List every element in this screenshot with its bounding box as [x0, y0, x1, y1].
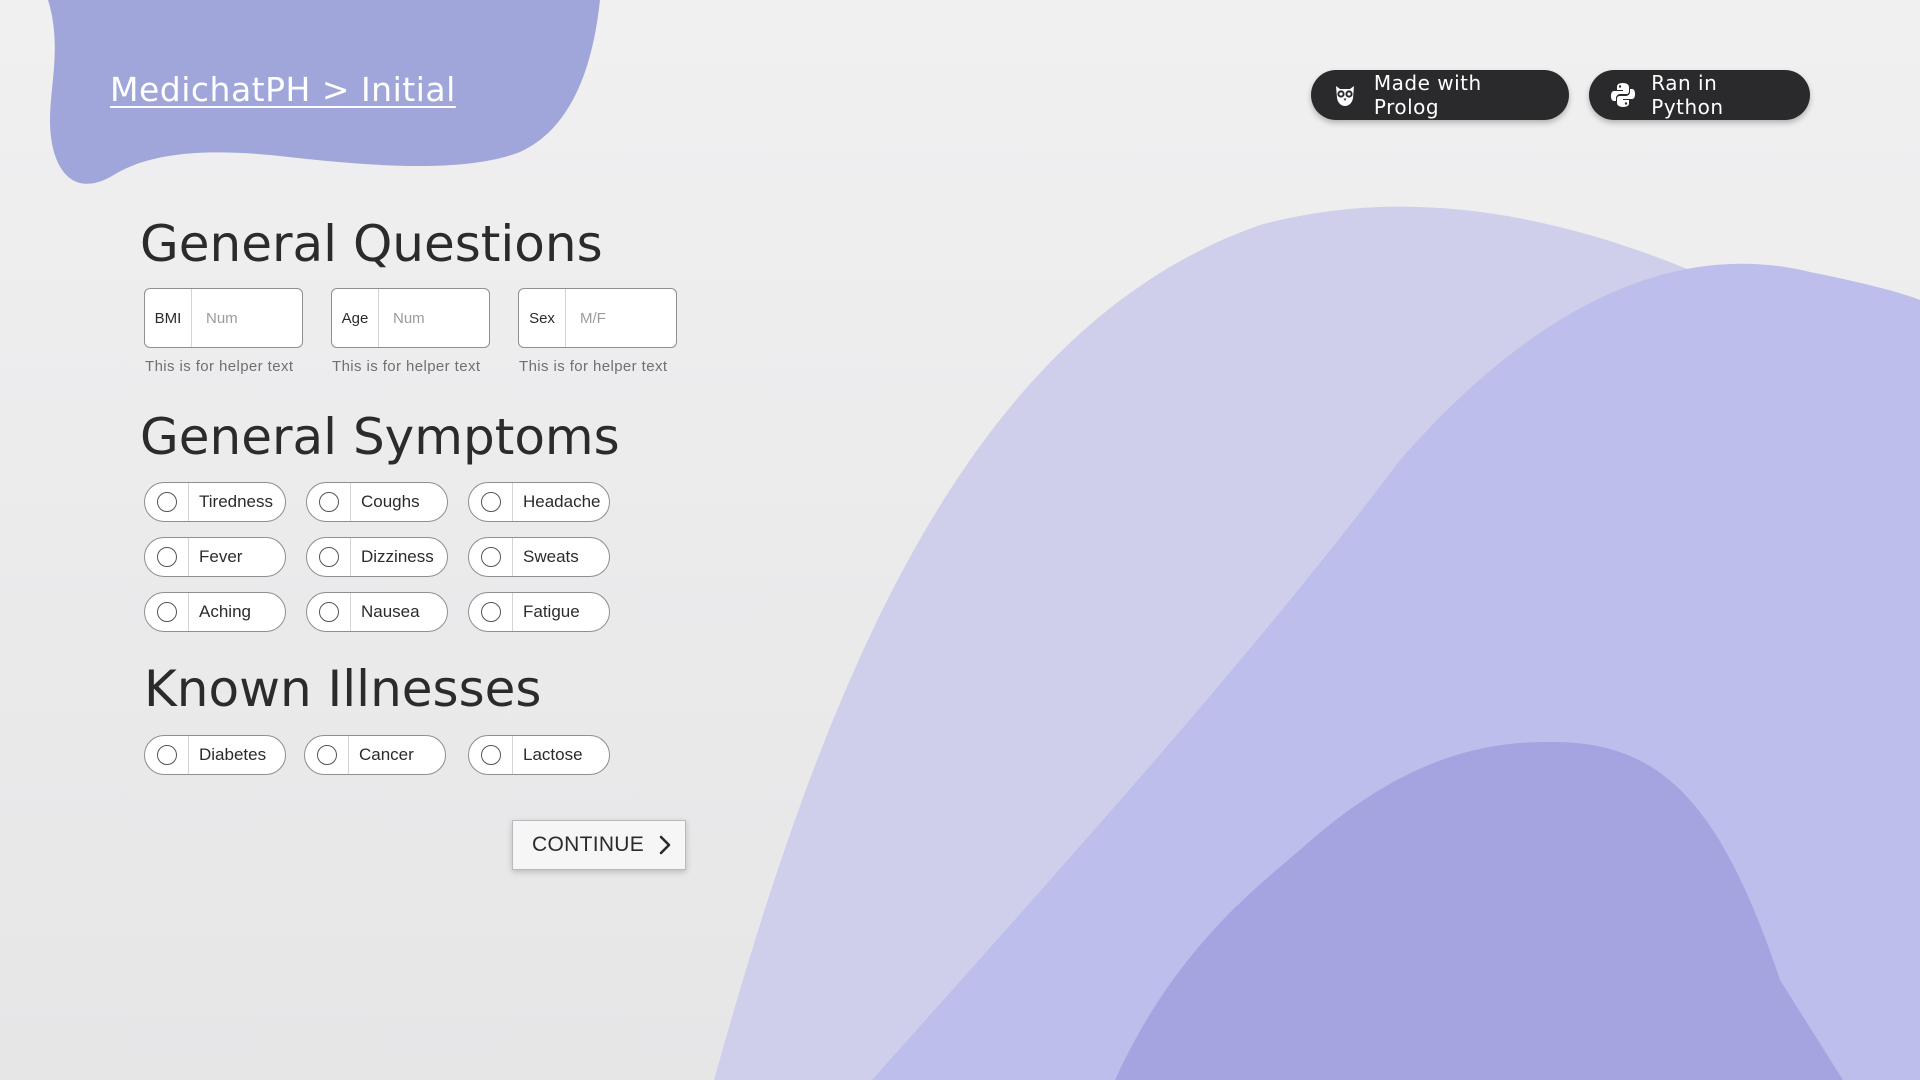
radio-button[interactable]: [157, 745, 177, 765]
option-label: Fatigue: [523, 602, 580, 621]
made-with-prolog-badge[interactable]: Made with Prolog: [1311, 70, 1569, 120]
symptom-coughs[interactable]: Coughs: [306, 482, 448, 522]
option-label: Lactose: [523, 745, 583, 764]
option-label: Aching: [199, 602, 251, 621]
age-field-label: Age: [332, 289, 379, 347]
bmi-input[interactable]: [192, 289, 302, 347]
divider: [348, 736, 349, 774]
symptom-headache[interactable]: Headache: [468, 482, 610, 522]
age-helper-text: This is for helper text: [332, 358, 481, 375]
sex-input[interactable]: [566, 289, 676, 347]
radio-button[interactable]: [481, 547, 501, 567]
owl-icon: [1331, 80, 1360, 110]
python-icon: [1609, 80, 1637, 110]
breadcrumb[interactable]: MedichatPH > Initial: [110, 70, 456, 109]
option-label: Nausea: [361, 602, 420, 621]
general-questions-heading: General Questions: [140, 215, 603, 273]
radio-button[interactable]: [319, 547, 339, 567]
general-symptoms-heading: General Symptoms: [140, 408, 620, 466]
radio-button[interactable]: [317, 745, 337, 765]
radio-button[interactable]: [157, 492, 177, 512]
divider: [512, 538, 513, 576]
badge-label: Ran in Python: [1651, 71, 1724, 119]
radio-button[interactable]: [157, 547, 177, 567]
radio-button[interactable]: [319, 602, 339, 622]
bmi-field[interactable]: BMI: [144, 288, 303, 348]
divider: [188, 736, 189, 774]
known-illnesses-heading: Known Illnesses: [144, 660, 542, 718]
option-label: Fever: [199, 547, 243, 566]
divider: [350, 483, 351, 521]
illness-diabetes[interactable]: Diabetes: [144, 735, 286, 775]
bmi-field-label: BMI: [145, 289, 192, 347]
continue-button[interactable]: CONTINUE: [512, 820, 686, 870]
chevron-right-icon: [658, 835, 672, 855]
divider: [512, 736, 513, 774]
divider: [188, 538, 189, 576]
badge-label: Made with Prolog: [1373, 71, 1482, 119]
divider: [188, 483, 189, 521]
symptom-nausea[interactable]: Nausea: [306, 592, 448, 632]
illness-cancer[interactable]: Cancer: [304, 735, 446, 775]
option-label: Sweats: [523, 547, 579, 566]
symptom-sweats[interactable]: Sweats: [468, 537, 610, 577]
sex-helper-text: This is for helper text: [519, 358, 668, 375]
option-label: Tiredness: [199, 492, 274, 511]
divider: [512, 593, 513, 631]
continue-label: CONTINUE: [532, 833, 645, 856]
symptom-dizziness[interactable]: Dizziness: [306, 537, 448, 577]
symptom-fever[interactable]: Fever: [144, 537, 286, 577]
radio-button[interactable]: [481, 602, 501, 622]
illness-lactose[interactable]: Lactose: [468, 735, 610, 775]
divider: [188, 593, 189, 631]
divider: [350, 538, 351, 576]
divider: [512, 483, 513, 521]
ran-in-python-badge[interactable]: Ran in Python: [1589, 70, 1810, 120]
option-label: Coughs: [361, 492, 420, 511]
radio-button[interactable]: [481, 492, 501, 512]
symptom-tiredness[interactable]: Tiredness: [144, 482, 286, 522]
symptom-fatigue[interactable]: Fatigue: [468, 592, 610, 632]
option-label: Dizziness: [361, 547, 434, 566]
radio-button[interactable]: [157, 602, 177, 622]
age-field[interactable]: Age: [331, 288, 490, 348]
sex-field-label: Sex: [519, 289, 566, 347]
option-label: Headache: [523, 492, 601, 511]
option-label: Diabetes: [199, 745, 267, 764]
radio-button[interactable]: [481, 745, 501, 765]
divider: [350, 593, 351, 631]
age-input[interactable]: [379, 289, 489, 347]
option-label: Cancer: [359, 745, 414, 764]
sex-field[interactable]: Sex: [518, 288, 677, 348]
symptom-aching[interactable]: Aching: [144, 592, 286, 632]
bmi-helper-text: This is for helper text: [145, 358, 294, 375]
background-waves: [48, 0, 1920, 1080]
radio-button[interactable]: [319, 492, 339, 512]
